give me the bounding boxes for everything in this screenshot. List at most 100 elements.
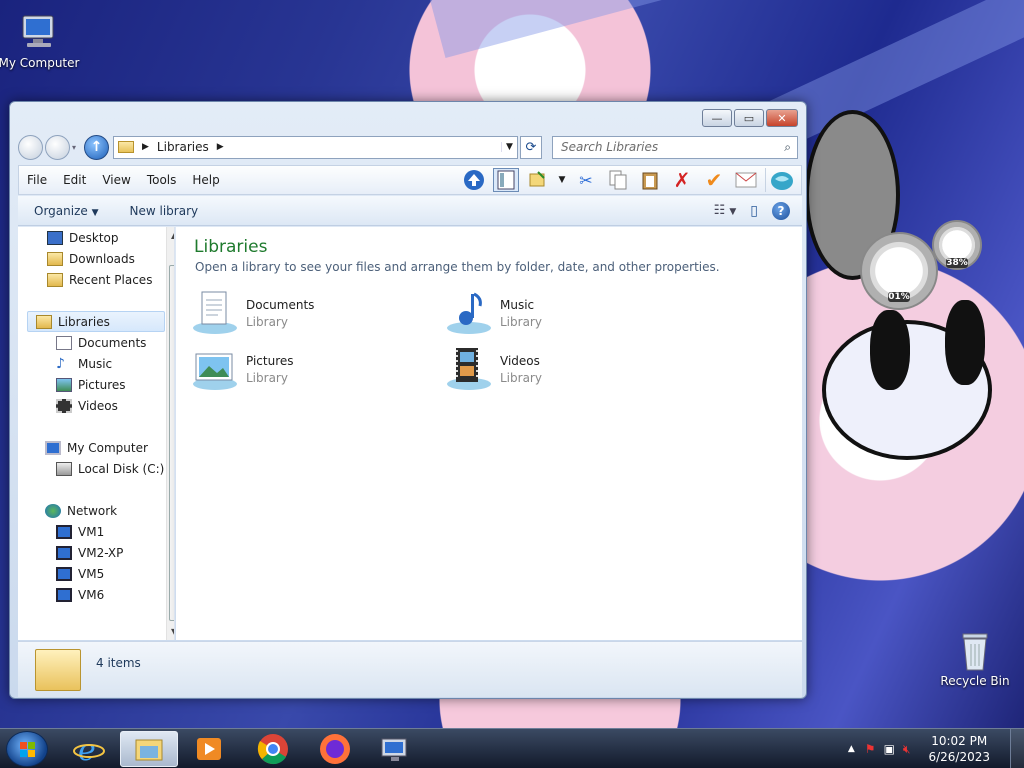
scroll-down-arrow-icon[interactable]: ▼ [171,627,174,636]
minimize-button[interactable]: — [702,109,732,127]
email-icon[interactable] [733,168,759,192]
search-input[interactable]: Search Libraries ⌕ [552,135,798,159]
nav-item-desktop[interactable]: Desktop [47,227,119,248]
nav-scrollbar[interactable]: ▲ ▼ [166,227,174,640]
nav-item-recent-places[interactable]: Recent Places [47,269,152,290]
nav-item-label: Pictures [78,377,126,392]
nav-item-libraries[interactable]: Libraries [27,311,165,332]
scroll-up-arrow-icon[interactable]: ▲ [171,231,174,240]
desktop-icon-recycle-bin[interactable]: Recycle Bin [932,630,1018,688]
folder-icon [135,739,163,761]
properties-check-icon[interactable]: ✔ [701,168,727,192]
nav-item-label: Documents [78,335,147,350]
help-icon[interactable]: ? [772,201,790,220]
nav-item-label: Network [67,503,118,518]
volume-muted-icon[interactable]: 🔇︎ [903,742,911,757]
clock[interactable]: 10:02 PM 6/26/2023 [928,733,990,765]
forward-button[interactable] [45,134,70,160]
nav-item-local-disk[interactable]: Local Disk (C:) [56,458,164,479]
address-row: ▾ ↑ ▶ Libraries ▶ ▼ ⟳ Search Libraries ⌕ [18,132,798,162]
taskbar-firefox[interactable] [306,731,364,767]
nav-item-downloads[interactable]: Downloads [47,248,135,269]
windows-logo-icon [20,742,35,757]
network-computer-icon [56,587,72,602]
menu-file[interactable]: File [19,173,55,187]
nav-item-videos[interactable]: Videos [56,395,118,416]
address-bar[interactable]: ▶ Libraries ▶ ▼ [113,135,518,159]
taskbar-remote-desktop[interactable] [366,731,424,767]
preview-pane-icon[interactable]: ▯ [750,203,758,219]
bunny-ear [870,310,910,390]
nav-item-vm5[interactable]: VM5 [56,563,104,584]
address-dropdown[interactable]: ▼ [501,142,517,152]
breadcrumb-libraries[interactable]: Libraries [157,140,209,154]
navigation-pane[interactable]: Desktop Downloads Recent Places Librarie… [18,227,175,640]
toolbar-up-icon[interactable] [461,168,487,192]
new-library-button[interactable]: New library [114,204,214,218]
details-pane: 4 items [18,641,802,697]
music-library-icon [446,290,492,336]
library-item-documents[interactable] [196,391,436,441]
nav-item-my-computer[interactable]: My Computer [45,437,148,458]
libraries-icon [36,314,52,329]
downloads-folder-icon [47,251,63,266]
cut-icon[interactable]: ✂ [573,168,599,192]
toolbar-views-icon[interactable] [525,168,551,192]
nav-item-vm6[interactable]: VM6 [56,584,104,605]
refresh-button[interactable]: ⟳ [520,135,542,159]
menu-help[interactable]: Help [184,173,227,187]
nav-item-pictures[interactable]: Pictures [56,374,126,395]
search-icon[interactable]: ⌕ [784,140,791,155]
menu-tools[interactable]: Tools [139,173,185,187]
network-status-icon[interactable]: ▣ [884,742,895,756]
documents-icon [56,335,72,350]
library-kind: Library [246,314,288,329]
maximize-button[interactable]: ▭ [734,109,764,127]
nav-item-vm2-xp[interactable]: VM2-XP [56,542,123,563]
cpu-meter-gadget[interactable]: 01% 38% [860,220,985,310]
toolbar-views-dropdown[interactable]: ▼ [557,168,567,192]
library-item-pictures[interactable]: Pictures Library [192,344,432,394]
back-button[interactable] [18,134,43,160]
media-player-icon [197,738,221,760]
start-button[interactable] [6,731,48,767]
taskbar-chrome[interactable] [244,731,302,767]
menu-view[interactable]: View [94,173,138,187]
windows-flag-icon[interactable] [765,168,797,192]
cpu-gauge: 01% [860,232,938,310]
copy-icon[interactable] [605,168,631,192]
nav-item-documents[interactable]: Documents [56,332,146,353]
nav-item-vm1[interactable]: VM1 [56,521,104,542]
toolbar-folders-icon[interactable] [493,168,519,192]
nav-item-label: Music [78,356,113,371]
library-item-music[interactable]: Music Library [446,288,686,338]
library-item-videos[interactable]: Videos Library [446,344,686,394]
title-bar[interactable]: — ▭ ✕ [10,102,806,132]
close-button[interactable]: ✕ [766,109,798,127]
desktop-icon-my-computer[interactable]: My Computer [0,12,82,70]
library-kind: Library [500,370,542,385]
menu-edit[interactable]: Edit [55,173,94,187]
taskbar-internet-explorer[interactable]: e [60,731,118,767]
scrollbar-thumb[interactable] [169,265,174,621]
svg-text:e: e [78,733,96,765]
show-desktop-button[interactable] [1010,729,1024,768]
network-globe-icon [45,503,61,518]
explorer-window[interactable]: — ▭ ✕ ▾ ↑ ▶ Libraries ▶ ▼ ⟳ Search Libra… [9,101,807,699]
taskbar-windows-explorer[interactable] [120,731,178,767]
paste-icon[interactable] [637,168,663,192]
organize-button[interactable]: Organize ▼ [18,204,114,218]
taskbar-media-player[interactable] [180,731,238,767]
change-view-icon[interactable]: ☷ ▼ [714,203,737,218]
action-center-icon[interactable]: ⚑ [865,742,876,756]
up-button[interactable]: ↑ [84,134,109,160]
library-item-documents[interactable]: Documents Library [192,288,432,338]
breadcrumb-chevron-icon[interactable]: ▶ [217,142,224,152]
nav-item-music[interactable]: ♪ Music [56,353,112,374]
nav-item-label: VM6 [78,587,105,602]
folder-icon [35,648,81,691]
delete-icon[interactable]: ✗ [669,168,695,192]
show-hidden-icons-icon[interactable]: ▲ [848,744,855,754]
nav-item-network[interactable]: Network [45,500,117,521]
recent-pages-dropdown[interactable]: ▾ [72,143,80,152]
